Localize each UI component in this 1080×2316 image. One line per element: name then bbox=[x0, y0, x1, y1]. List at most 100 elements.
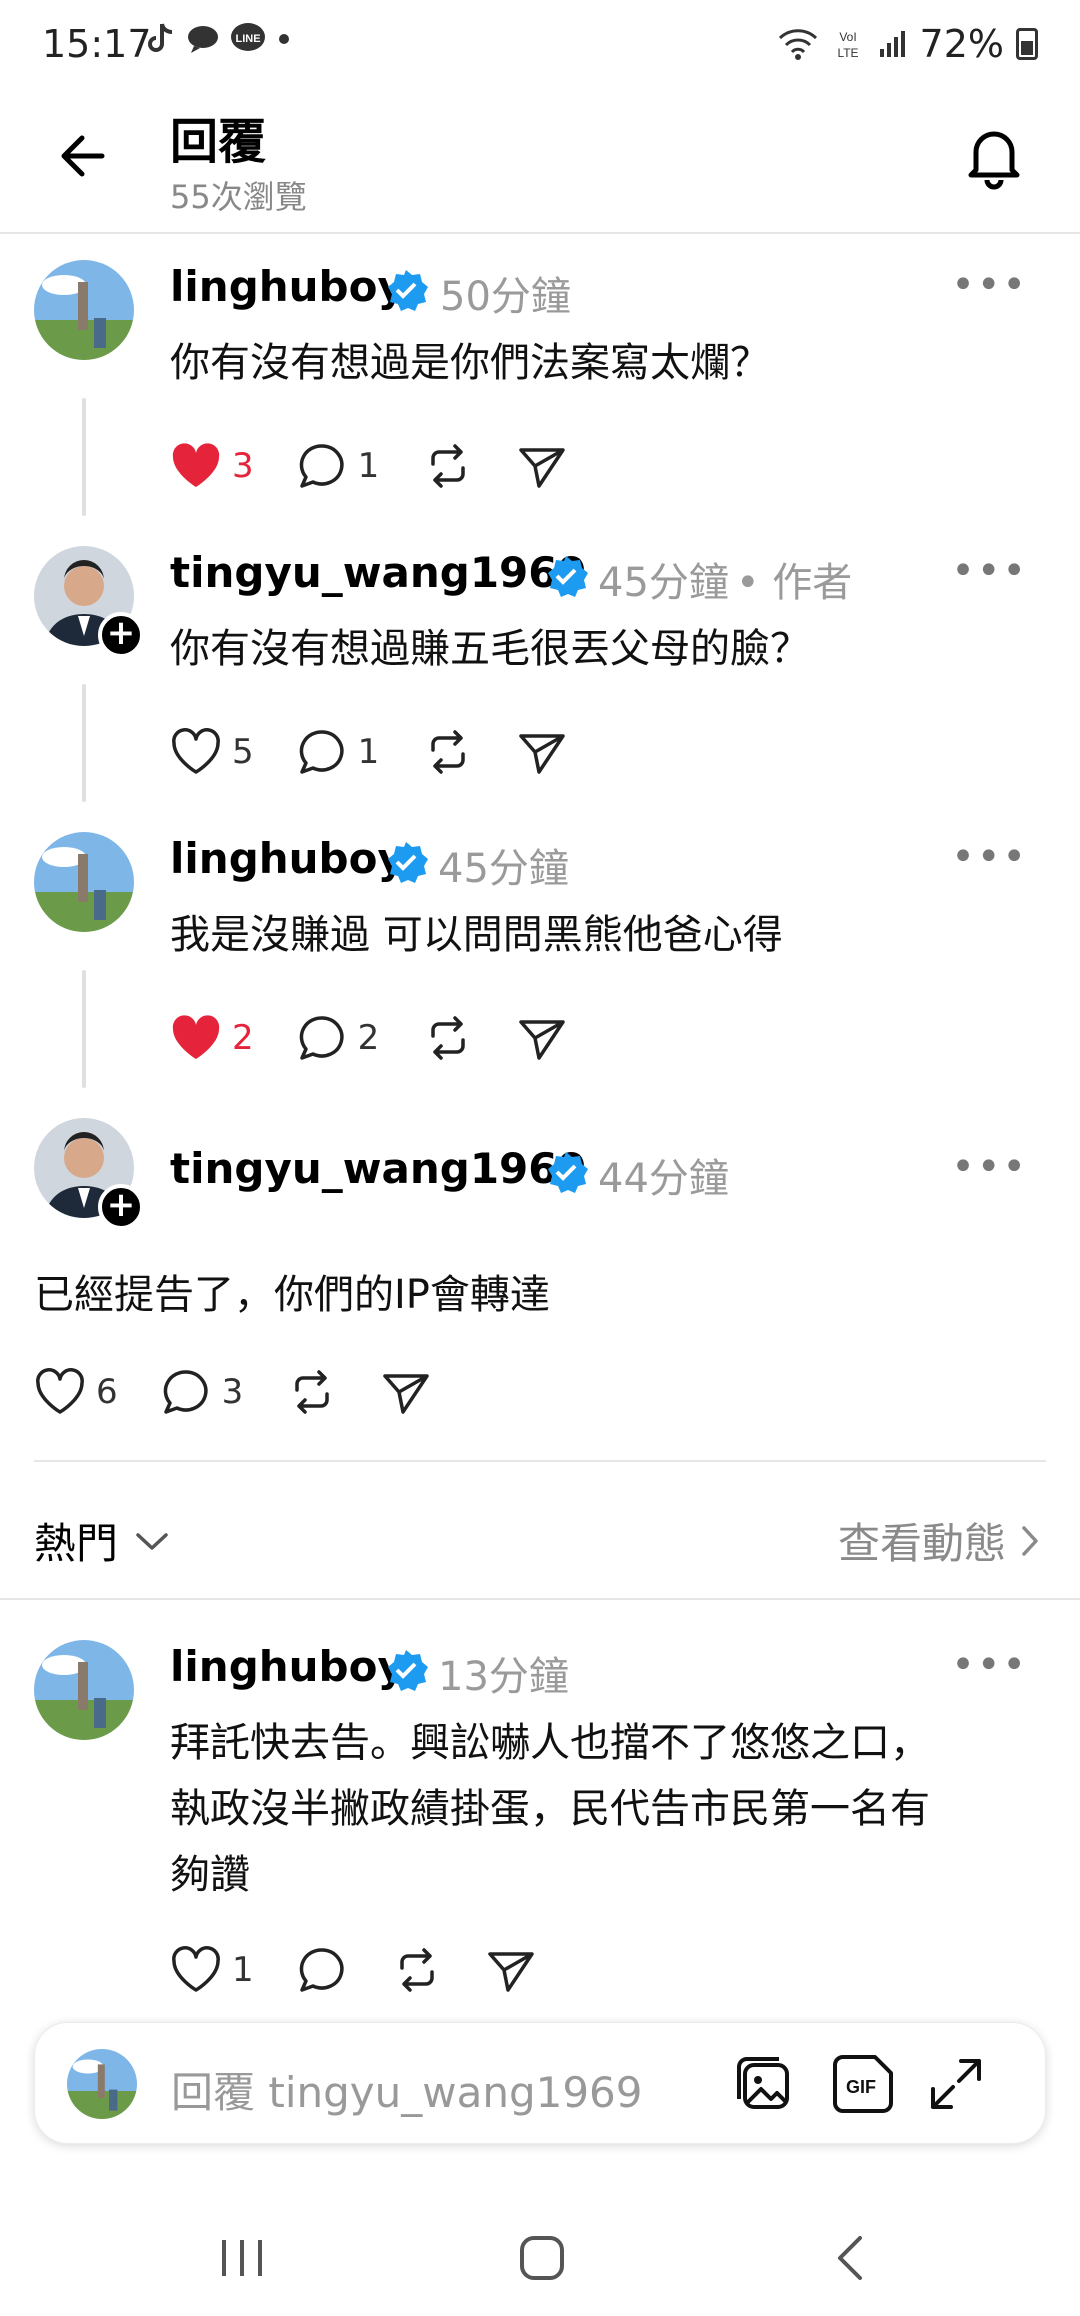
timestamp: 45分鐘 bbox=[438, 846, 569, 892]
system-indicators: VoI LTE 72% bbox=[778, 22, 1038, 66]
comment-icon bbox=[299, 444, 344, 488]
back-nav-icon[interactable] bbox=[834, 2234, 864, 2282]
share-button[interactable] bbox=[517, 728, 567, 776]
share-button[interactable] bbox=[381, 1368, 431, 1416]
like-button[interactable]: 3 bbox=[170, 442, 254, 490]
chevron-down-icon bbox=[136, 1532, 168, 1550]
timestamp: 13分鐘 bbox=[438, 1654, 569, 1700]
like-count: 2 bbox=[232, 1018, 254, 1058]
svg-text:VoI: VoI bbox=[839, 30, 856, 44]
heart-outline-icon bbox=[36, 1368, 84, 1414]
reply-button[interactable]: 1 bbox=[298, 728, 380, 776]
follow-plus-button[interactable]: + bbox=[98, 612, 144, 658]
repost-button[interactable] bbox=[423, 728, 473, 776]
comment-text: 你有沒有想過是你們法案寫太爛？ bbox=[170, 340, 770, 386]
send-icon bbox=[383, 1374, 430, 1414]
signal-icon bbox=[879, 31, 905, 57]
send-icon bbox=[487, 1952, 534, 1992]
reply-button[interactable]: 1 bbox=[298, 442, 380, 490]
status-time: 15:17 bbox=[42, 22, 152, 66]
sort-dropdown[interactable]: 熱門 bbox=[34, 1510, 170, 1571]
more-options-button[interactable]: ••• bbox=[951, 262, 1028, 308]
more-options-button[interactable]: ••• bbox=[951, 548, 1028, 594]
recent-apps-icon[interactable] bbox=[218, 2236, 266, 2280]
avatar[interactable] bbox=[34, 1640, 134, 1740]
share-button[interactable] bbox=[517, 442, 567, 490]
action-row: 3 1 bbox=[170, 442, 611, 490]
reply-button[interactable] bbox=[298, 1946, 348, 1994]
repost-icon bbox=[399, 1948, 434, 1992]
verified-badge-icon bbox=[548, 1152, 588, 1193]
reply-composer[interactable]: 回覆 tingyu_wang1969 GIF bbox=[34, 2022, 1046, 2144]
repost-button[interactable] bbox=[423, 1014, 473, 1062]
send-icon bbox=[519, 448, 566, 488]
battery-icon bbox=[1016, 28, 1038, 60]
author-tag: • 作者 bbox=[736, 560, 853, 606]
bell-icon[interactable] bbox=[958, 120, 1030, 192]
sort-label: 熱門 bbox=[34, 1519, 119, 1568]
view-activity-link[interactable]: 查看動態 bbox=[838, 1510, 1040, 1571]
repost-button[interactable] bbox=[392, 1946, 442, 1994]
username[interactable]: linghuboy bbox=[170, 1642, 405, 1691]
gif-icon[interactable]: GIF bbox=[833, 2053, 895, 2115]
like-count: 1 bbox=[232, 1950, 254, 1990]
repost-icon bbox=[295, 1370, 330, 1414]
like-count: 3 bbox=[232, 446, 254, 486]
thread-line bbox=[82, 398, 86, 516]
like-count: 5 bbox=[232, 732, 254, 772]
like-button[interactable]: 1 bbox=[170, 1946, 254, 1994]
chat-bubble-icon bbox=[188, 26, 218, 53]
avatar[interactable] bbox=[34, 832, 134, 932]
dot-icon bbox=[279, 34, 289, 44]
repost-icon bbox=[431, 730, 466, 774]
battery-percent: 72% bbox=[919, 22, 1004, 66]
more-options-button[interactable]: ••• bbox=[951, 1144, 1028, 1190]
reply-button[interactable]: 2 bbox=[298, 1014, 380, 1062]
reply-button[interactable]: 3 bbox=[162, 1368, 244, 1416]
more-options-button[interactable]: ••• bbox=[951, 1642, 1028, 1688]
sort-row: 熱門 查看動態 bbox=[0, 1486, 1080, 1596]
avatar bbox=[67, 2049, 137, 2119]
reply-count: 2 bbox=[357, 1018, 380, 1058]
reply-count: 1 bbox=[357, 732, 380, 772]
comment-text: 你有沒有想過賺五毛很丟父母的臉？ bbox=[170, 626, 810, 672]
reply-text-line: 執政沒半撇政績掛蛋，民代告市民第一名有 bbox=[170, 1786, 930, 1832]
reply-input[interactable]: 回覆 tingyu_wang1969 bbox=[171, 2059, 643, 2120]
image-gallery-icon[interactable] bbox=[733, 2053, 795, 2115]
reply-count: 3 bbox=[221, 1372, 244, 1412]
home-icon[interactable] bbox=[518, 2234, 566, 2282]
username[interactable]: tingyu_wang1969 bbox=[170, 548, 587, 597]
verified-badge-icon bbox=[388, 270, 428, 311]
chevron-right-icon bbox=[1022, 1525, 1038, 1556]
top-bar: 回覆 55次瀏覽 bbox=[0, 92, 1080, 234]
username[interactable]: linghuboy bbox=[170, 262, 405, 311]
share-button[interactable] bbox=[486, 1946, 536, 1994]
thread-line bbox=[82, 970, 86, 1088]
username[interactable]: linghuboy bbox=[170, 834, 405, 883]
username[interactable]: tingyu_wang1969 bbox=[170, 1144, 587, 1193]
avatar[interactable] bbox=[34, 260, 134, 360]
comment-icon bbox=[299, 1948, 344, 1992]
post-text: 已經提告了，你們的IP會轉達 bbox=[34, 1272, 550, 1318]
repost-button[interactable] bbox=[423, 442, 473, 490]
back-arrow-icon[interactable] bbox=[52, 124, 116, 188]
expand-icon[interactable] bbox=[927, 2055, 985, 2113]
like-button[interactable]: 6 bbox=[34, 1368, 118, 1416]
follow-plus-button[interactable]: + bbox=[98, 1184, 144, 1230]
heart-outline-icon bbox=[172, 728, 220, 774]
more-options-button[interactable]: ••• bbox=[951, 834, 1028, 880]
volte-icon: VoI LTE bbox=[837, 30, 858, 60]
share-button[interactable] bbox=[517, 1014, 567, 1062]
svg-text:GIF: GIF bbox=[846, 2077, 876, 2097]
page-title: 回覆 bbox=[170, 114, 267, 170]
comment-text: 我是沒賺過 可以問問黑熊他爸心得 bbox=[170, 912, 783, 958]
repost-button[interactable] bbox=[287, 1368, 337, 1416]
like-button[interactable]: 5 bbox=[170, 728, 254, 776]
status-bar: 15:17 LINE VoI LTE 72% bbox=[0, 0, 1080, 92]
like-button[interactable]: 2 bbox=[170, 1014, 254, 1062]
action-row: 5 1 bbox=[170, 728, 611, 776]
view-activity-label: 查看動態 bbox=[837, 1519, 1006, 1568]
heart-filled-icon bbox=[172, 1015, 220, 1059]
divider bbox=[34, 1460, 1046, 1462]
reply-count: 1 bbox=[357, 446, 380, 486]
